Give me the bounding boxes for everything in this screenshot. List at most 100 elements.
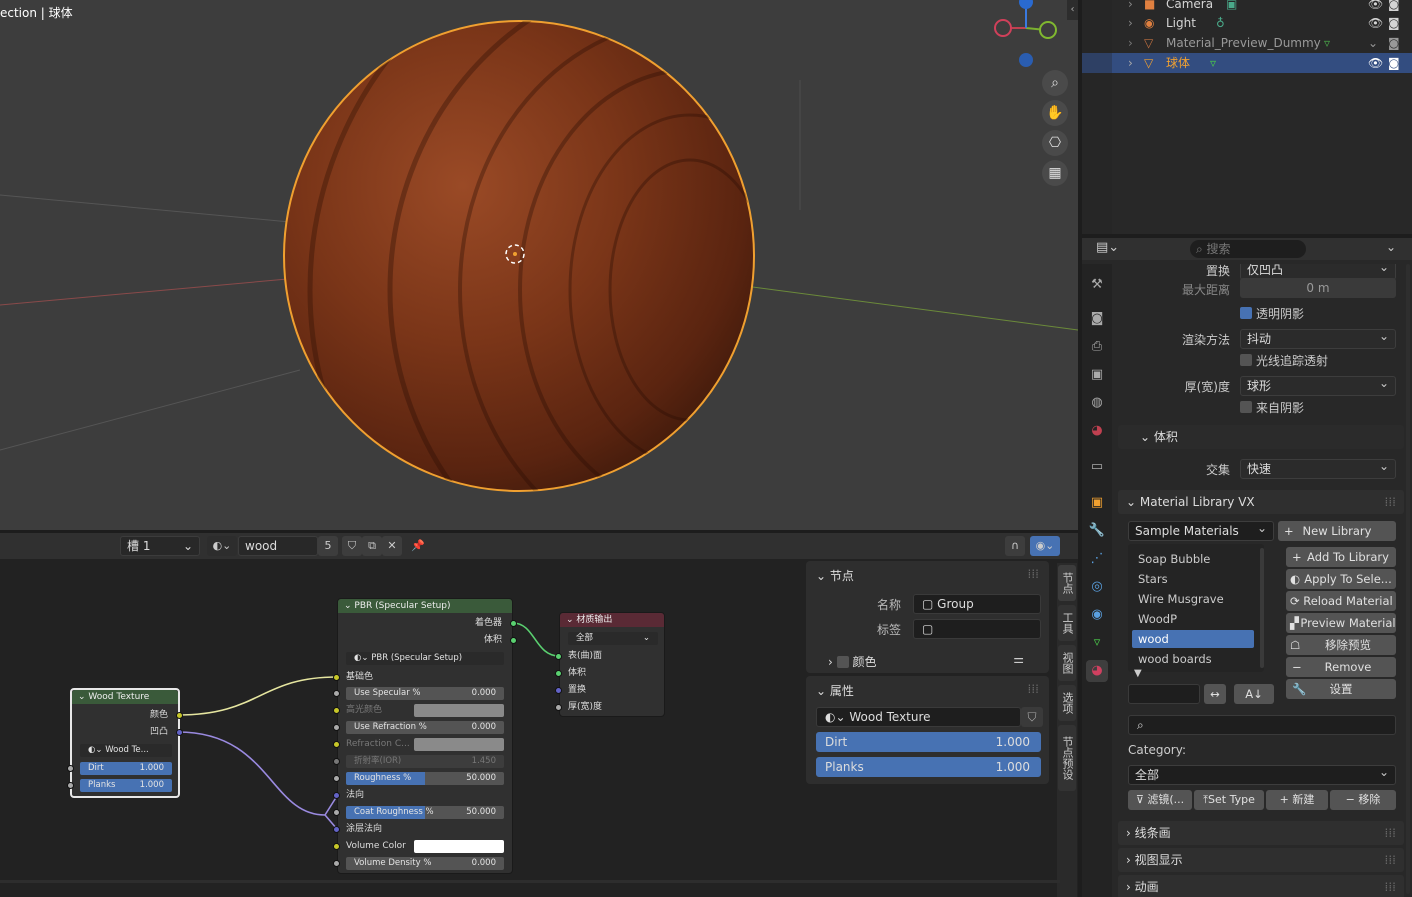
light-data-icon[interactable]: ♁	[1216, 13, 1225, 33]
dirt-slider[interactable]: Dirt 1.000	[816, 732, 1041, 752]
transparent-shadow-checkbox[interactable]	[1240, 307, 1252, 319]
outliner[interactable]: › ■ Camera ▣ 👁 ◙ › ◉ Light ♁ 👁 ◙ › ▽ Mat…	[1082, 0, 1412, 234]
use-refraction-field[interactable]: Use Refraction % 0.000	[346, 721, 504, 734]
material-output-header[interactable]: ⌄ 材质输出	[560, 613, 664, 627]
render-icon[interactable]: ◙	[1388, 13, 1400, 33]
outliner-row-light[interactable]: › ◉ Light ♁ 👁 ◙	[1082, 13, 1412, 33]
physics-icon[interactable]: ◎	[1086, 576, 1108, 598]
dirt-field[interactable]: Dirt 1.000	[80, 762, 172, 775]
chevron-right-icon[interactable]: ›	[1128, 0, 1133, 14]
tab-tool[interactable]: 工具	[1058, 605, 1076, 641]
render-icon[interactable]: ◙	[1388, 53, 1400, 73]
node-editor[interactable]: 槽 1 ⌄ ◐⌄ wood 5 ⛉ ⧉ ✕ 📌 ∩ ◉⌄ ⌄ Wood Textu…	[0, 533, 1078, 897]
animation-section[interactable]: › 动画 ⁞⁞⁞	[1118, 875, 1404, 897]
remove-preview-button[interactable]: ☖ 移除预览	[1286, 635, 1396, 655]
sliders-icon[interactable]: ⚌	[1013, 652, 1024, 666]
render-icon[interactable]: ◙	[1388, 0, 1400, 14]
library-dropdown[interactable]: Sample Materials	[1128, 519, 1274, 541]
thickness-dropdown[interactable]: 球形	[1240, 374, 1396, 396]
planks-slider[interactable]: Planks 1.000	[816, 757, 1041, 777]
view-layer-icon[interactable]: ▣	[1086, 364, 1108, 386]
settings-button[interactable]: 🔧 设置	[1286, 679, 1396, 699]
refraction-color-swatch[interactable]	[414, 738, 504, 751]
tool-icon[interactable]: ⚒	[1086, 274, 1108, 296]
remove-button[interactable]: − 移除	[1330, 790, 1396, 810]
material-library-section[interactable]: ⌄ Material Library VX ⁞⁞⁞	[1118, 490, 1404, 514]
chevron-down-icon[interactable]: ⌄	[1386, 240, 1396, 254]
socket[interactable]	[333, 809, 340, 816]
new-library-button[interactable]: + New Library	[1278, 521, 1396, 541]
volume-density-field[interactable]: Volume Density % 0.000	[346, 857, 504, 870]
output-icon[interactable]: ⎙	[1086, 336, 1108, 358]
shield-icon[interactable]: ⛉	[1021, 707, 1043, 727]
swap-icon[interactable]: ↔	[1204, 684, 1226, 704]
specular-color-swatch[interactable]	[414, 704, 504, 717]
pbr-node-header[interactable]: ⌄ PBR (Specular Setup)	[338, 599, 512, 613]
base-color-socket[interactable]	[333, 674, 340, 681]
render-off-icon[interactable]: ◙	[1388, 33, 1400, 53]
axis-gizmo[interactable]	[994, 0, 1057, 67]
material-icon[interactable]: ◕	[1086, 660, 1108, 682]
list-item-selected[interactable]: wood	[1132, 630, 1254, 648]
chevron-right-icon[interactable]: ›	[1128, 33, 1133, 53]
use-specular-field[interactable]: Use Specular % 0.000	[346, 687, 504, 700]
outliner-row-camera[interactable]: › ■ Camera ▣ 👁 ◙	[1082, 0, 1412, 14]
preview-material-button[interactable]: ▞ Preview Material	[1286, 613, 1396, 633]
output-target-dropdown[interactable]: 全部 ⌄	[568, 632, 658, 645]
dirt-socket[interactable]	[67, 765, 74, 772]
data-icon[interactable]: ▿	[1086, 632, 1108, 654]
list-item[interactable]: Wire Musgrave	[1132, 590, 1254, 608]
socket[interactable]	[333, 707, 340, 714]
sort-icon[interactable]: A↓	[1234, 684, 1274, 704]
collapse-arrow-icon[interactable]: ‹	[1067, 0, 1078, 20]
group-name[interactable]: PBR (Specular Setup)	[371, 653, 462, 663]
shader-socket[interactable]	[510, 620, 517, 627]
socket[interactable]	[333, 758, 340, 765]
socket[interactable]	[333, 724, 340, 731]
chevron-down-icon[interactable]: ⌄	[816, 569, 830, 583]
volume-input-socket[interactable]	[555, 670, 562, 677]
list-item[interactable]: Soap Bubble	[1132, 550, 1254, 568]
add-to-library-button[interactable]: + Add To Library	[1286, 547, 1396, 567]
drag-handle-icon[interactable]: ⁞⁞⁞	[1028, 682, 1039, 696]
3d-viewport[interactable]: ection | 球体 ⌕ ✋ ⎔ ▦ ‹	[0, 0, 1078, 530]
wood-texture-node[interactable]: ⌄ Wood Texture 颜色 凹凸 ◐⌄ Wood Te... Dirt 1…	[67, 688, 183, 798]
volume-color-swatch[interactable]	[414, 840, 504, 853]
eye-icon[interactable]: 👁	[1368, 13, 1383, 33]
normal-socket[interactable]	[333, 792, 340, 799]
properties-panel-title[interactable]: 属性	[830, 684, 854, 698]
group-selector[interactable]: ◐⌄ Wood Texture	[816, 707, 1021, 727]
object-icon[interactable]: ▣	[1086, 492, 1108, 514]
properties-scrollbar[interactable]	[1406, 264, 1410, 894]
zoom-icon[interactable]: ⌕	[1042, 70, 1068, 96]
list-item[interactable]: wood boards	[1132, 650, 1254, 668]
coat-normal-socket[interactable]	[333, 826, 340, 833]
camera-icon[interactable]: ⎔	[1042, 130, 1068, 156]
volume-socket[interactable]	[510, 637, 517, 644]
scrollbar[interactable]	[0, 880, 1060, 883]
color-socket[interactable]	[176, 712, 183, 719]
socket[interactable]	[333, 741, 340, 748]
list-item[interactable]: WoodP	[1132, 610, 1254, 628]
apply-to-selected-button[interactable]: ◐ Apply To Sele...	[1286, 569, 1396, 589]
chevron-right-icon[interactable]: ›	[1128, 53, 1133, 73]
line-art-section[interactable]: › 线条画 ⁞⁞⁞	[1118, 821, 1404, 845]
grid-icon[interactable]: ▦	[1042, 160, 1068, 186]
outliner-row-dummy[interactable]: › ▽ Material_Preview_Dummy ▿ ⌄ ◙	[1082, 33, 1412, 53]
expand-arrow-icon[interactable]: ▼	[1134, 668, 1142, 679]
world-icon[interactable]: ◕	[1086, 420, 1108, 442]
displacement-socket[interactable]	[555, 687, 562, 694]
material-list[interactable]: Soap Bubble Stars Wire Musgrave WoodP wo…	[1128, 544, 1264, 672]
set-type-button[interactable]: ⤒Set Type	[1194, 790, 1264, 810]
collection-icon[interactable]: ▭	[1086, 456, 1108, 478]
wood-texture-node-header[interactable]: ⌄ Wood Texture	[72, 690, 178, 704]
color-checkbox[interactable]	[836, 656, 849, 668]
group-name[interactable]: Wood Te...	[105, 745, 149, 755]
node-name-field[interactable]: ▢ Group	[913, 594, 1041, 614]
filter-button[interactable]: ⊽ 滤镜(...	[1128, 790, 1192, 810]
mesh-data-icon[interactable]: ▿	[1210, 53, 1216, 73]
chevron-right-icon[interactable]: ›	[1128, 13, 1133, 33]
max-distance-field[interactable]: 0 m	[1240, 278, 1396, 298]
node-label-field[interactable]: ▢	[913, 619, 1041, 639]
socket[interactable]	[333, 843, 340, 850]
